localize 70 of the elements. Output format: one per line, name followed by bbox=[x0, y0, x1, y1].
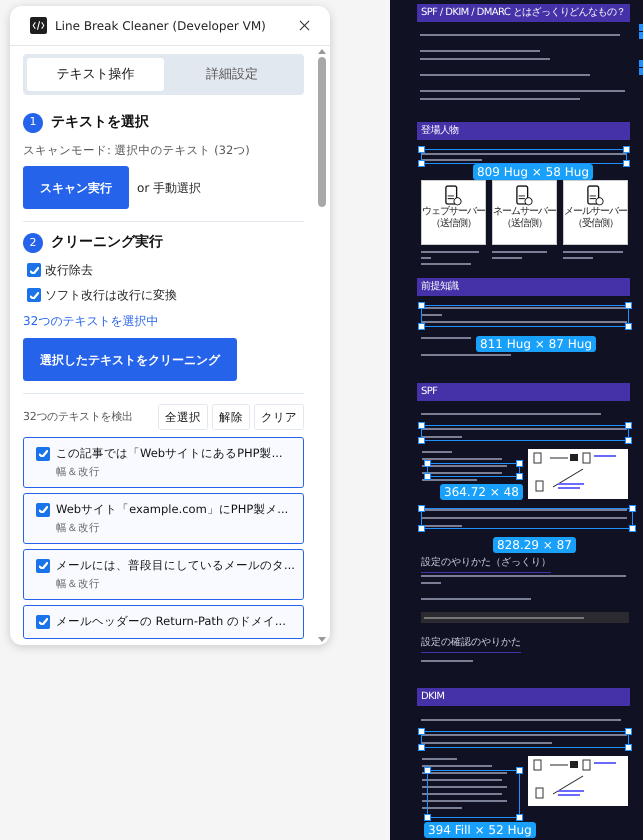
clean-button[interactable]: 選択したテキストをクリーニング bbox=[23, 338, 237, 382]
text-item-card[interactable]: この記事では「WebサイトにあるPHP製... 幅＆改行 bbox=[23, 437, 304, 488]
check-icon bbox=[38, 450, 48, 458]
section-heading: SPF bbox=[417, 383, 630, 401]
tab[interactable]: 詳細設定 bbox=[164, 58, 300, 91]
checkbox[interactable] bbox=[36, 446, 50, 461]
text-lines-drawing bbox=[421, 249, 479, 267]
check-icon bbox=[30, 292, 38, 299]
size-badge: 394 Fill × 52 Hug bbox=[424, 822, 536, 838]
detected-count-text: 32つのテキストを検出 bbox=[23, 409, 134, 425]
scan-mode-text: スキャンモード: 選択中のテキスト (32つ) bbox=[23, 142, 251, 159]
step-title: テキストを選択 bbox=[51, 113, 149, 132]
server-icon bbox=[587, 185, 604, 206]
tab[interactable]: テキスト操作 bbox=[27, 58, 164, 91]
item-text: この記事では「WebサイトにあるPHP製... bbox=[56, 445, 283, 462]
item-tag: 幅＆改行 bbox=[36, 520, 291, 536]
item-tag: 幅＆改行 bbox=[36, 576, 291, 592]
scan-button[interactable]: スキャン実行 bbox=[23, 166, 129, 210]
server-name: メールサーバー bbox=[564, 206, 627, 218]
size-badge: 828.29 × 87 bbox=[493, 537, 576, 553]
item-text: Webサイト「example.com」にPHP製メ... bbox=[56, 501, 288, 518]
size-badge: 811 Hug × 87 Hug bbox=[476, 336, 596, 352]
item-text: メールには、普段目にしているメールのタ... bbox=[56, 557, 295, 574]
text-lines-drawing bbox=[492, 249, 547, 261]
checkbox[interactable] bbox=[36, 502, 50, 517]
selection-frame[interactable] bbox=[421, 508, 633, 529]
checkbox[interactable] bbox=[36, 558, 50, 573]
subheading: 設定の確認のやりかた bbox=[421, 635, 521, 653]
checkbox[interactable] bbox=[27, 263, 41, 278]
selection-frame[interactable] bbox=[427, 463, 520, 477]
size-badge: 364.72 × 48 bbox=[440, 484, 523, 500]
selection-count-text: 32つのテキストを選択中 bbox=[23, 313, 160, 330]
checkbox[interactable] bbox=[27, 288, 41, 302]
server-side: （送信側） bbox=[502, 218, 547, 230]
text-lines-drawing bbox=[563, 249, 623, 261]
step-number: 1 bbox=[23, 112, 43, 132]
list-action-button[interactable]: 解除 bbox=[212, 404, 250, 430]
check-icon bbox=[30, 266, 38, 274]
server-name: ネームサーバー bbox=[493, 206, 556, 218]
list-action-button[interactable]: 全選択 bbox=[158, 404, 208, 430]
check-icon bbox=[38, 506, 48, 514]
text-item-card[interactable]: Webサイト「example.com」にPHP製メ... 幅＆改行 bbox=[23, 493, 304, 544]
close-icon[interactable] bbox=[299, 20, 310, 31]
text-item-card[interactable]: メールには、普段目にしているメールのタ... 幅＆改行 bbox=[23, 549, 304, 600]
window-title: Line Break Cleaner (Developer VM) bbox=[55, 18, 267, 34]
server-icon bbox=[445, 185, 462, 206]
check-icon bbox=[38, 562, 48, 570]
step-number: 2 bbox=[23, 232, 43, 253]
code-icon bbox=[30, 17, 47, 34]
section-heading: SPF / DKIM / DMARC とはざっくりどんなもの？ bbox=[417, 4, 630, 22]
section-heading: 前提知識 bbox=[417, 278, 630, 296]
text-item-card[interactable]: メールヘッダーの Return-Path のドメイ... bbox=[23, 605, 304, 638]
item-tag: 幅＆改行 bbox=[36, 464, 291, 480]
server-name: ウェブサーバー bbox=[422, 206, 485, 218]
selection-frame[interactable] bbox=[427, 770, 520, 818]
server-side: （送信側） bbox=[431, 218, 476, 230]
server-side: （受信側） bbox=[573, 218, 618, 230]
server-icon bbox=[516, 185, 533, 206]
section-heading: DKIM bbox=[417, 688, 630, 706]
list-action-button[interactable]: クリア bbox=[254, 404, 304, 430]
option-label: 改行除去 bbox=[45, 262, 93, 280]
subheading: 設定のやりかた（ざっくり） bbox=[421, 555, 551, 573]
step-title: クリーニング実行 bbox=[51, 233, 163, 252]
size-badge: 809 Hug × 58 Hug bbox=[473, 164, 593, 180]
section-heading: 登場人物 bbox=[417, 122, 630, 140]
option-label: ソフト改行は改行に変換 bbox=[45, 287, 177, 304]
checkbox[interactable] bbox=[36, 614, 50, 629]
check-icon bbox=[38, 618, 48, 626]
item-text: メールヘッダーの Return-Path のドメイ... bbox=[56, 613, 286, 630]
manual-select-text: or 手動選択 bbox=[137, 180, 202, 197]
